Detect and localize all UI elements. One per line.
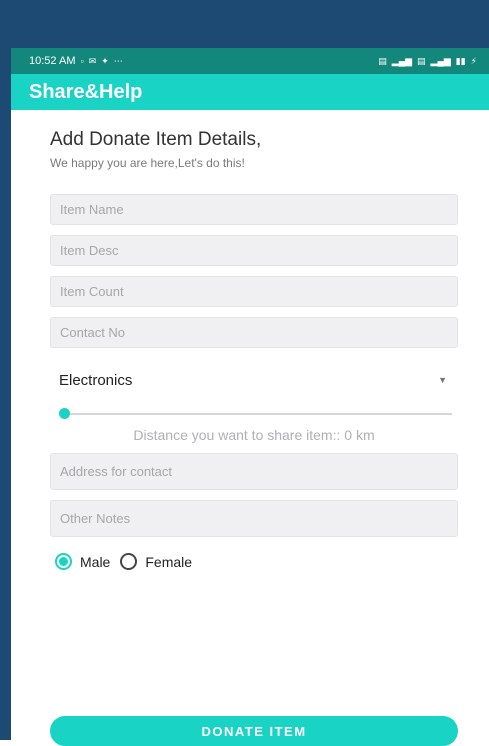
radio-female[interactable]: Female xyxy=(120,553,192,570)
category-selected: Electronics xyxy=(59,371,133,389)
donate-form: Add Donate Item Details, We happy you ar… xyxy=(11,129,489,570)
item-desc-placeholder: Item Desc xyxy=(60,243,119,258)
more-icon: ⋯ xyxy=(113,55,123,66)
battery-icon: ▮▮ xyxy=(455,55,466,66)
app-title: Share&Help xyxy=(29,80,143,103)
message-icon: ✉ xyxy=(88,55,97,66)
sim-icon: ▫ xyxy=(80,56,84,66)
charging-icon: ⚡ xyxy=(470,55,477,66)
volte-icon: ▤ xyxy=(417,55,426,66)
donate-item-button[interactable]: DONATE ITEM xyxy=(50,716,458,746)
radio-male[interactable]: Male xyxy=(55,553,110,570)
item-name-input[interactable]: Item Name xyxy=(50,194,458,225)
window-frame-left xyxy=(0,0,11,740)
page-subtitle: We happy you are here,Let's do this! xyxy=(50,156,245,170)
chevron-down-icon: ▼ xyxy=(438,375,447,385)
item-name-placeholder: Item Name xyxy=(60,202,124,217)
contact-no-input[interactable]: Contact No xyxy=(50,317,458,348)
other-notes-placeholder: Other Notes xyxy=(60,511,131,526)
page-title: Add Donate Item Details, xyxy=(50,129,262,150)
donate-item-label: DONATE ITEM xyxy=(201,723,307,739)
volte-icon: ▤ xyxy=(378,55,387,66)
distance-label: Distance you want to share item:: 0 km xyxy=(133,427,375,443)
radio-button-icon[interactable] xyxy=(55,553,72,570)
signal-icon: ▂▄▆ xyxy=(430,55,451,66)
item-count-placeholder: Item Count xyxy=(60,284,124,299)
address-placeholder: Address for contact xyxy=(60,464,172,479)
signal-icon: ▂▄▆ xyxy=(391,55,413,66)
gender-radio-group: Male Female xyxy=(55,553,469,570)
distance-slider[interactable] xyxy=(59,404,452,424)
slider-track xyxy=(60,413,452,415)
radio-male-label: Male xyxy=(80,553,111,570)
item-desc-input[interactable]: Item Desc xyxy=(50,235,458,266)
twitter-icon: ✦ xyxy=(101,55,109,66)
item-count-input[interactable]: Item Count xyxy=(50,276,458,307)
other-notes-input[interactable]: Other Notes xyxy=(50,500,458,537)
radio-button-icon[interactable] xyxy=(120,553,138,570)
slider-thumb[interactable] xyxy=(59,408,70,419)
app-bar: Share&Help xyxy=(11,74,489,110)
contact-no-placeholder: Contact No xyxy=(60,325,126,340)
address-input[interactable]: Address for contact xyxy=(50,453,458,490)
category-dropdown[interactable]: Electronics ▼ xyxy=(50,360,451,400)
status-time: 10:52 AM xyxy=(29,55,76,67)
phone-screen: 10:52 AM ▫ ✉ ✦ ⋯ ▤ ▂▄▆ ▤ ▂▄▆ ▮▮ ⚡ Share&… xyxy=(11,48,489,746)
status-bar: 10:52 AM ▫ ✉ ✦ ⋯ ▤ ▂▄▆ ▤ ▂▄▆ ▮▮ ⚡ xyxy=(11,48,489,74)
radio-female-label: Female xyxy=(145,553,193,570)
window-frame-top xyxy=(0,0,489,48)
